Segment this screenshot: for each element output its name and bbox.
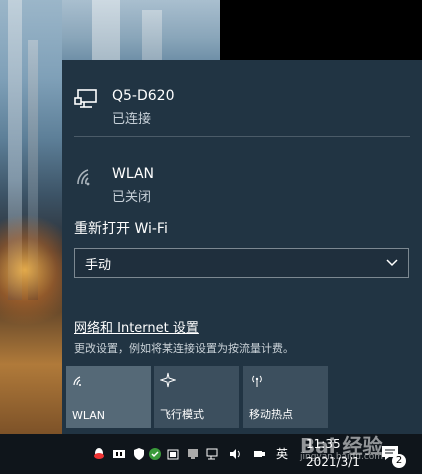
- network-settings-link[interactable]: 网络和 Internet 设置: [74, 317, 199, 336]
- network-flyout: Q5-D620 已连接 WLAN 已关闭 重新打开 Wi-Fi 手动 网络和 I…: [62, 60, 422, 434]
- network-status: 已连接: [112, 112, 152, 127]
- display-icon[interactable]: [186, 447, 200, 461]
- security-icon[interactable]: [148, 447, 162, 461]
- network-name: Q5-D620: [112, 88, 175, 104]
- dropdown-value: 手动: [85, 258, 112, 273]
- network-settings-description: 更改设置，例如将某连接设置为按流量计费。: [74, 342, 294, 355]
- network-name: WLAN: [112, 166, 155, 182]
- usb-icon[interactable]: [252, 447, 266, 461]
- network-status: 已关闭: [112, 190, 152, 205]
- quick-action-label: 移动热点: [249, 408, 293, 421]
- quick-action-label: WLAN: [72, 409, 106, 422]
- quick-action-airplane-mode[interactable]: 飞行模式: [154, 366, 239, 428]
- desktop-wallpaper: [0, 0, 62, 434]
- battery-icon[interactable]: [166, 447, 180, 461]
- notification-count-badge: 2: [392, 454, 406, 468]
- network-icon[interactable]: [206, 447, 220, 461]
- desktop-black-area: [220, 0, 422, 60]
- volume-icon[interactable]: [228, 447, 242, 461]
- network-item-wlan[interactable]: WLAN 已关闭: [62, 148, 422, 208]
- ethernet-icon: [74, 89, 97, 108]
- watermark-url: jingyan.baidu.com: [300, 452, 384, 462]
- quick-action-wlan[interactable]: WLAN: [66, 366, 151, 428]
- airplane-icon: [160, 372, 176, 388]
- quick-action-mobile-hotspot[interactable]: 移动热点: [243, 366, 328, 428]
- app-icon[interactable]: [112, 447, 126, 461]
- wifi-icon: [73, 376, 81, 386]
- qq-icon[interactable]: [92, 447, 106, 461]
- wifi-reopen-label: 重新打开 Wi-Fi: [74, 221, 168, 237]
- shield-icon[interactable]: [132, 447, 146, 461]
- quick-action-label: 飞行模式: [160, 408, 204, 421]
- chevron-down-icon: [386, 259, 398, 267]
- wifi-icon: [77, 169, 90, 186]
- wifi-reopen-dropdown[interactable]: 手动: [74, 248, 409, 278]
- hotspot-icon: [252, 375, 262, 387]
- network-item-ethernet[interactable]: Q5-D620 已连接: [62, 70, 422, 130]
- desktop-wallpaper-top: [62, 0, 220, 62]
- input-method-indicator[interactable]: 英: [276, 445, 288, 462]
- divider: [74, 136, 410, 137]
